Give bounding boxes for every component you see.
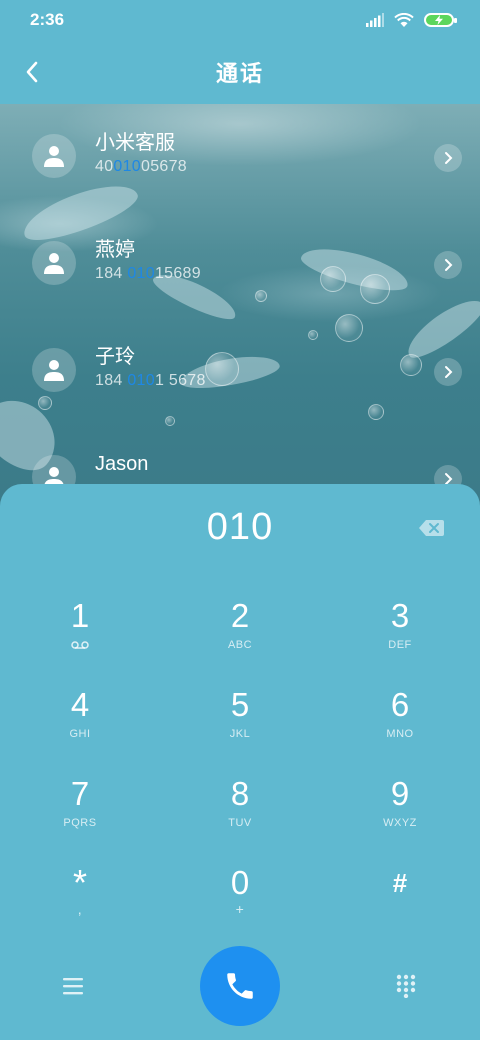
contact-number: 184 0101 5678 (95, 372, 206, 389)
status-icons (366, 12, 457, 28)
contact-row[interactable]: 燕婷 184 01015689 (0, 211, 480, 318)
signal-icon (366, 13, 384, 27)
key-8[interactable]: 8 TUV (180, 774, 300, 854)
status-time: 2:36 (30, 10, 65, 29)
menu-icon[interactable] (61, 976, 85, 996)
contact-name: 燕婷 (95, 239, 135, 261)
avatar (32, 241, 76, 285)
key-6[interactable]: 6 MNO (340, 685, 460, 765)
phone-icon (227, 973, 253, 999)
chevron-right-icon (445, 259, 453, 271)
contact-row[interactable]: 小米客服 4001005678 (0, 104, 480, 211)
contact-name: Jason (95, 453, 149, 475)
key-5[interactable]: 5 JKL (180, 685, 300, 765)
key-7[interactable]: 7 PQRS (20, 774, 140, 854)
back-button[interactable] (14, 54, 50, 90)
person-icon (44, 146, 64, 167)
person-icon (44, 360, 64, 381)
contact-number: 4001005678 (95, 158, 188, 175)
bottom-bar (0, 946, 480, 1026)
key-9[interactable]: 9 WXYZ (340, 774, 460, 854)
avatar (32, 348, 76, 392)
key-0[interactable]: 0 + (180, 863, 300, 943)
key-hash[interactable]: # (340, 863, 460, 943)
avatar (32, 134, 76, 178)
page-title: 通话 (215, 61, 264, 86)
battery-icon (424, 13, 457, 27)
contact-detail-button[interactable] (434, 144, 462, 172)
contact-detail-button[interactable] (434, 358, 462, 386)
key-4[interactable]: 4 GHI (20, 685, 140, 765)
chevron-left-icon (26, 61, 38, 83)
key-3[interactable]: 3 DEF (340, 596, 460, 676)
status-bar: 2:36 (0, 0, 480, 40)
contact-detail-button[interactable] (434, 251, 462, 279)
wifi-icon (394, 12, 414, 27)
voicemail-icon (71, 641, 89, 649)
app-header: 通话 (0, 40, 480, 104)
chevron-right-icon (445, 152, 453, 164)
dial-display: 010 (0, 502, 480, 552)
key-2[interactable]: 2 ABC (180, 596, 300, 676)
contact-number: 184 01015689 (95, 265, 201, 282)
contact-name: 子玲 (95, 346, 135, 368)
key-star[interactable]: * , (20, 863, 140, 943)
call-button[interactable] (200, 946, 280, 1026)
contact-list: 小米客服 4001005678 燕婷 184 01015689 子玲 184 0… (0, 104, 480, 532)
contact-name: 小米客服 (95, 132, 175, 154)
chevron-right-icon (445, 366, 453, 378)
contact-row[interactable]: 子玲 184 0101 5678 (0, 318, 480, 425)
dialed-number: 010 (206, 505, 274, 548)
dialpad-toggle-icon[interactable] (396, 974, 416, 998)
key-1[interactable]: 1 (20, 596, 140, 676)
person-icon (44, 253, 64, 274)
backspace-icon[interactable] (418, 518, 444, 538)
